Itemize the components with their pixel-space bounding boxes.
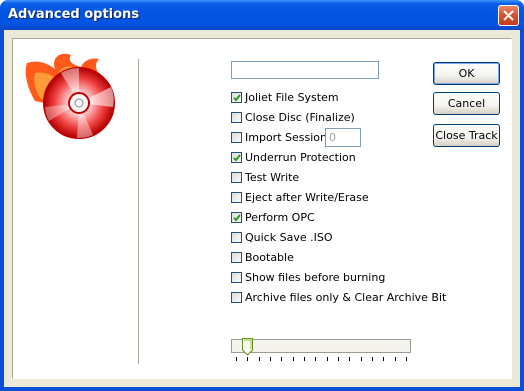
slider-thumb[interactable] <box>242 338 254 356</box>
slider-tick <box>360 357 362 361</box>
option-label: Perform OPC <box>245 211 315 224</box>
perform-opc-checkbox[interactable] <box>231 211 242 223</box>
option-label: Archive files only & Clear Archive Bit <box>245 291 447 304</box>
slider-tick <box>270 357 271 361</box>
slider-tick <box>349 357 351 361</box>
option-label: Quick Save .ISO <box>245 231 333 244</box>
checkmark-icon <box>233 93 241 101</box>
slider-tick <box>247 357 249 361</box>
import-session-checkbox[interactable] <box>231 131 242 143</box>
name-input[interactable] <box>231 61 379 79</box>
slider-tick <box>292 357 294 361</box>
slider-tick <box>258 357 260 361</box>
option-label: Eject after Write/Erase <box>245 191 369 204</box>
checkmark-icon <box>233 153 241 161</box>
cancel-button[interactable]: Cancel <box>433 92 500 115</box>
option-show-files-before-burning[interactable]: Show files before burning <box>231 270 385 286</box>
title-bar[interactable]: Advanced options <box>0 0 524 30</box>
options-panel: Joliet File System Close Disc (Finalize)… <box>12 38 512 379</box>
close-track-button[interactable]: Close Track <box>433 124 500 147</box>
joliet-checkbox[interactable] <box>231 91 242 103</box>
slider-tick <box>236 357 237 361</box>
slider-tick <box>406 357 407 361</box>
option-joliet-file-system[interactable]: Joliet File System <box>231 90 339 106</box>
close-icon <box>503 10 514 21</box>
slider-tick <box>338 357 339 361</box>
vertical-divider <box>138 59 140 364</box>
option-label: Bootable <box>245 251 294 264</box>
slider-tick <box>383 357 385 361</box>
archive-files-checkbox[interactable] <box>231 291 242 303</box>
option-perform-opc[interactable]: Perform OPC <box>231 210 315 226</box>
import-session-number-input: 0 <box>325 128 361 147</box>
option-test-write[interactable]: Test Write <box>231 170 299 186</box>
option-label: Import Session <box>245 131 327 144</box>
window-title: Advanced options <box>8 7 140 22</box>
option-underrun-protection[interactable]: Underrun Protection <box>231 150 356 166</box>
option-quick-save-iso[interactable]: Quick Save .ISO <box>231 230 332 246</box>
slider-tick <box>394 357 396 361</box>
close-button[interactable] <box>498 5 519 26</box>
test-write-checkbox[interactable] <box>231 171 242 183</box>
ok-button[interactable]: OK <box>433 62 500 85</box>
underrun-protection-checkbox[interactable] <box>231 151 242 163</box>
option-close-disc[interactable]: Close Disc (Finalize) <box>231 110 355 126</box>
option-import-session[interactable]: Import Session <box>231 130 327 146</box>
option-label: Underrun Protection <box>245 151 356 164</box>
quick-save-iso-checkbox[interactable] <box>231 231 242 243</box>
slider-tick <box>281 357 283 361</box>
dialog-client-area: Joliet File System Close Disc (Finalize)… <box>4 30 520 387</box>
slider-tick <box>326 357 328 361</box>
eject-after-write-checkbox[interactable] <box>231 191 242 203</box>
option-bootable[interactable]: Bootable <box>231 250 294 266</box>
option-label: Joliet File System <box>245 91 339 104</box>
checkmark-icon <box>233 213 241 221</box>
slider-tick <box>372 357 373 361</box>
burning-disc-logo <box>25 53 115 139</box>
bootable-checkbox[interactable] <box>231 251 242 263</box>
advanced-options-window: Advanced options Joliet File System Clos… <box>0 0 524 391</box>
show-files-checkbox[interactable] <box>231 271 242 283</box>
option-archive-files-only[interactable]: Archive files only & Clear Archive Bit <box>231 290 446 306</box>
option-label: Test Write <box>245 171 300 184</box>
option-eject-after-write[interactable]: Eject after Write/Erase <box>231 190 369 206</box>
speed-slider[interactable] <box>231 338 411 365</box>
slider-tick <box>304 357 305 361</box>
slider-tick <box>315 357 317 361</box>
slider-track[interactable] <box>231 339 411 353</box>
option-label: Show files before burning <box>245 271 386 284</box>
option-label: Close Disc (Finalize) <box>245 111 355 124</box>
close-disc-checkbox[interactable] <box>231 111 242 123</box>
